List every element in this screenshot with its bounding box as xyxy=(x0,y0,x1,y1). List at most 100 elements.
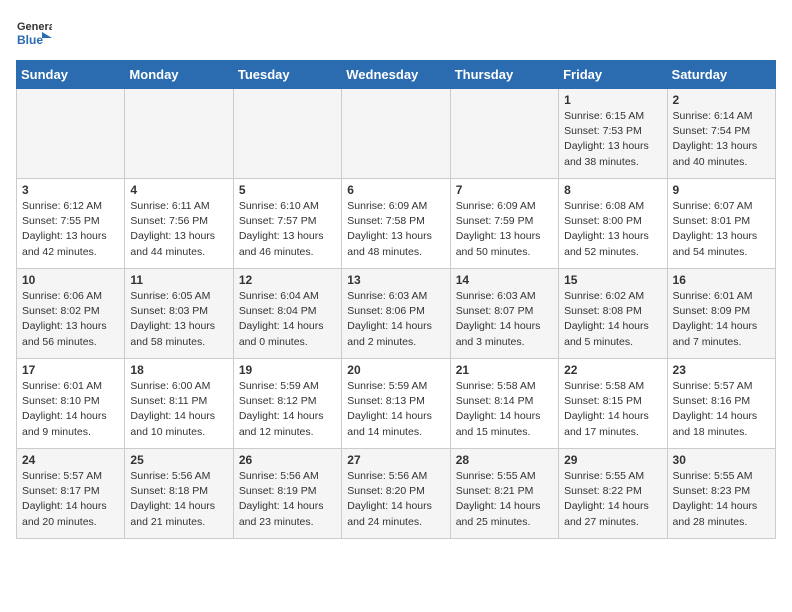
calendar-cell xyxy=(233,89,341,179)
weekday-header-tuesday: Tuesday xyxy=(233,61,341,89)
day-number: 8 xyxy=(564,183,661,197)
day-number: 4 xyxy=(130,183,227,197)
calendar-cell: 1 Sunrise: 6:15 AM Sunset: 7:53 PM Daylig… xyxy=(559,89,667,179)
week-row-1: 1 Sunrise: 6:15 AM Sunset: 7:53 PM Daylig… xyxy=(17,89,776,179)
svg-text:Blue: Blue xyxy=(17,33,43,47)
calendar-cell: 30 Sunrise: 5:55 AM Sunset: 8:23 PM Dayli… xyxy=(667,449,775,539)
calendar-cell: 25Sunrise: 5:56 AM Sunset: 8:18 PM Dayli… xyxy=(125,449,233,539)
day-number: 13 xyxy=(347,273,444,287)
day-info: Sunrise: 5:55 AM Sunset: 8:23 PM Dayligh… xyxy=(673,469,770,530)
calendar-cell: 27 Sunrise: 5:56 AM Sunset: 8:20 PM Dayli… xyxy=(342,449,450,539)
calendar-cell: 22 Sunrise: 5:58 AM Sunset: 8:15 PM Dayli… xyxy=(559,359,667,449)
day-info: Sunrise: 5:56 AM Sunset: 8:18 PM Dayligh… xyxy=(130,469,227,530)
day-info: Sunrise: 5:56 AM Sunset: 8:20 PM Dayligh… xyxy=(347,469,444,530)
calendar-cell: 3 Sunrise: 6:12 AM Sunset: 7:55 PM Daylig… xyxy=(17,179,125,269)
weekday-header-sunday: Sunday xyxy=(17,61,125,89)
day-number: 22 xyxy=(564,363,661,377)
day-info: Sunrise: 6:09 AM Sunset: 7:58 PM Dayligh… xyxy=(347,199,444,260)
week-row-3: 10 Sunrise: 6:06 AM Sunset: 8:02 PM Dayli… xyxy=(17,269,776,359)
calendar-cell: 16 Sunrise: 6:01 AM Sunset: 8:09 PM Dayli… xyxy=(667,269,775,359)
day-info: Sunrise: 6:05 AM Sunset: 8:03 PM Dayligh… xyxy=(130,289,227,350)
day-info: Sunrise: 6:06 AM Sunset: 8:02 PM Dayligh… xyxy=(22,289,119,350)
logo: General Blue xyxy=(16,16,52,52)
day-info: Sunrise: 5:57 AM Sunset: 8:17 PM Dayligh… xyxy=(22,469,119,530)
day-number: 3 xyxy=(22,183,119,197)
day-number: 18 xyxy=(130,363,227,377)
day-info: Sunrise: 5:58 AM Sunset: 8:15 PM Dayligh… xyxy=(564,379,661,440)
calendar-cell: 7 Sunrise: 6:09 AM Sunset: 7:59 PM Daylig… xyxy=(450,179,558,269)
day-info: Sunrise: 6:01 AM Sunset: 8:10 PM Dayligh… xyxy=(22,379,119,440)
week-row-2: 3 Sunrise: 6:12 AM Sunset: 7:55 PM Daylig… xyxy=(17,179,776,269)
day-info: Sunrise: 6:00 AM Sunset: 8:11 PM Dayligh… xyxy=(130,379,227,440)
calendar-cell: 23Sunrise: 5:57 AM Sunset: 8:16 PM Dayli… xyxy=(667,359,775,449)
calendar-cell: 12Sunrise: 6:04 AM Sunset: 8:04 PM Dayli… xyxy=(233,269,341,359)
calendar-cell xyxy=(125,89,233,179)
day-number: 21 xyxy=(456,363,553,377)
day-number: 7 xyxy=(456,183,553,197)
day-info: Sunrise: 6:04 AM Sunset: 8:04 PM Dayligh… xyxy=(239,289,336,350)
day-number: 27 xyxy=(347,453,444,467)
day-number: 16 xyxy=(673,273,770,287)
day-info: Sunrise: 6:01 AM Sunset: 8:09 PM Dayligh… xyxy=(673,289,770,350)
weekday-header-thursday: Thursday xyxy=(450,61,558,89)
calendar-cell: 9 Sunrise: 6:07 AM Sunset: 8:01 PM Daylig… xyxy=(667,179,775,269)
calendar-cell: 14 Sunrise: 6:03 AM Sunset: 8:07 PM Dayli… xyxy=(450,269,558,359)
day-number: 24 xyxy=(22,453,119,467)
calendar-table: SundayMondayTuesdayWednesdayThursdayFrid… xyxy=(16,60,776,539)
calendar-cell: 5Sunrise: 6:10 AM Sunset: 7:57 PM Daylig… xyxy=(233,179,341,269)
day-info: Sunrise: 5:57 AM Sunset: 8:16 PM Dayligh… xyxy=(673,379,770,440)
day-info: Sunrise: 5:59 AM Sunset: 8:13 PM Dayligh… xyxy=(347,379,444,440)
weekday-header-friday: Friday xyxy=(559,61,667,89)
calendar-cell: 28 Sunrise: 5:55 AM Sunset: 8:21 PM Dayli… xyxy=(450,449,558,539)
day-number: 10 xyxy=(22,273,119,287)
week-row-4: 17Sunrise: 6:01 AM Sunset: 8:10 PM Dayli… xyxy=(17,359,776,449)
calendar-cell: 19 Sunrise: 5:59 AM Sunset: 8:12 PM Dayli… xyxy=(233,359,341,449)
calendar-cell: 29 Sunrise: 5:55 AM Sunset: 8:22 PM Dayli… xyxy=(559,449,667,539)
day-number: 6 xyxy=(347,183,444,197)
logo-graphic: General Blue xyxy=(16,16,52,52)
day-number: 30 xyxy=(673,453,770,467)
day-number: 28 xyxy=(456,453,553,467)
day-info: Sunrise: 5:59 AM Sunset: 8:12 PM Dayligh… xyxy=(239,379,336,440)
weekday-header-monday: Monday xyxy=(125,61,233,89)
day-info: Sunrise: 5:55 AM Sunset: 8:22 PM Dayligh… xyxy=(564,469,661,530)
calendar-cell xyxy=(450,89,558,179)
day-info: Sunrise: 6:03 AM Sunset: 8:06 PM Dayligh… xyxy=(347,289,444,350)
day-number: 11 xyxy=(130,273,227,287)
day-info: Sunrise: 6:11 AM Sunset: 7:56 PM Dayligh… xyxy=(130,199,227,260)
weekday-header-wednesday: Wednesday xyxy=(342,61,450,89)
day-info: Sunrise: 5:55 AM Sunset: 8:21 PM Dayligh… xyxy=(456,469,553,530)
weekday-row: SundayMondayTuesdayWednesdayThursdayFrid… xyxy=(17,61,776,89)
day-info: Sunrise: 6:03 AM Sunset: 8:07 PM Dayligh… xyxy=(456,289,553,350)
day-info: Sunrise: 5:58 AM Sunset: 8:14 PM Dayligh… xyxy=(456,379,553,440)
calendar-cell: 11 Sunrise: 6:05 AM Sunset: 8:03 PM Dayli… xyxy=(125,269,233,359)
day-info: Sunrise: 6:08 AM Sunset: 8:00 PM Dayligh… xyxy=(564,199,661,260)
calendar-cell: 4 Sunrise: 6:11 AM Sunset: 7:56 PM Daylig… xyxy=(125,179,233,269)
calendar-cell: 21 Sunrise: 5:58 AM Sunset: 8:14 PM Dayli… xyxy=(450,359,558,449)
day-number: 29 xyxy=(564,453,661,467)
page-header: General Blue xyxy=(16,16,776,52)
day-info: Sunrise: 6:07 AM Sunset: 8:01 PM Dayligh… xyxy=(673,199,770,260)
calendar-cell: 6 Sunrise: 6:09 AM Sunset: 7:58 PM Daylig… xyxy=(342,179,450,269)
day-number: 14 xyxy=(456,273,553,287)
calendar-body: 1 Sunrise: 6:15 AM Sunset: 7:53 PM Daylig… xyxy=(17,89,776,539)
calendar-cell: 24 Sunrise: 5:57 AM Sunset: 8:17 PM Dayli… xyxy=(17,449,125,539)
calendar-cell: 10 Sunrise: 6:06 AM Sunset: 8:02 PM Dayli… xyxy=(17,269,125,359)
week-row-5: 24 Sunrise: 5:57 AM Sunset: 8:17 PM Dayli… xyxy=(17,449,776,539)
day-info: Sunrise: 6:02 AM Sunset: 8:08 PM Dayligh… xyxy=(564,289,661,350)
calendar-cell: 18 Sunrise: 6:00 AM Sunset: 8:11 PM Dayli… xyxy=(125,359,233,449)
day-info: Sunrise: 6:12 AM Sunset: 7:55 PM Dayligh… xyxy=(22,199,119,260)
day-number: 19 xyxy=(239,363,336,377)
day-number: 1 xyxy=(564,93,661,107)
day-info: Sunrise: 6:15 AM Sunset: 7:53 PM Dayligh… xyxy=(564,109,661,170)
calendar-cell: 15Sunrise: 6:02 AM Sunset: 8:08 PM Dayli… xyxy=(559,269,667,359)
calendar-cell: 17Sunrise: 6:01 AM Sunset: 8:10 PM Dayli… xyxy=(17,359,125,449)
calendar-cell xyxy=(17,89,125,179)
day-number: 9 xyxy=(673,183,770,197)
calendar-cell: 13 Sunrise: 6:03 AM Sunset: 8:06 PM Dayli… xyxy=(342,269,450,359)
calendar-header: SundayMondayTuesdayWednesdayThursdayFrid… xyxy=(17,61,776,89)
calendar-cell: 2Sunrise: 6:14 AM Sunset: 7:54 PM Daylig… xyxy=(667,89,775,179)
day-info: Sunrise: 6:09 AM Sunset: 7:59 PM Dayligh… xyxy=(456,199,553,260)
weekday-header-saturday: Saturday xyxy=(667,61,775,89)
day-number: 5 xyxy=(239,183,336,197)
